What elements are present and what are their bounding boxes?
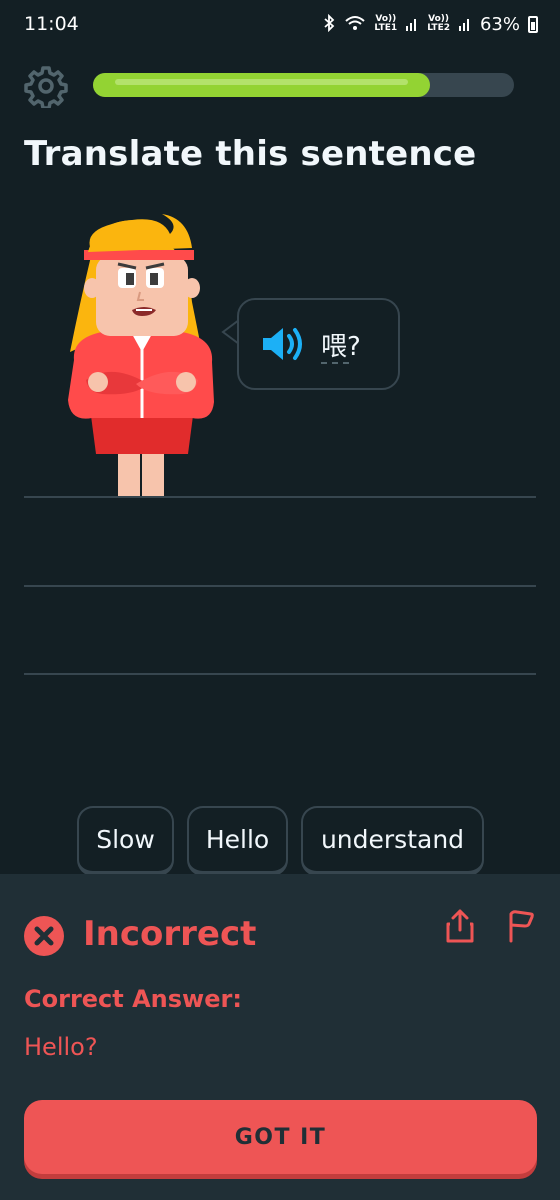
signal-icon [458, 15, 472, 34]
speech-bubble: 喂? [237, 298, 400, 390]
flag-icon[interactable] [503, 908, 535, 944]
status-bar: 11:04 Vo)) LTE1 Vo)) LTE2 63% [0, 0, 560, 48]
word-chip-hello[interactable]: Hello [187, 806, 288, 876]
status-time: 11:04 [24, 13, 79, 35]
word-chip-understand[interactable]: understand [301, 806, 484, 876]
hint-underline [321, 361, 349, 364]
bluetooth-icon [322, 13, 336, 35]
gear-icon[interactable] [24, 64, 68, 108]
battery-icon [528, 15, 538, 33]
answer-line [24, 496, 536, 498]
page-title: Translate this sentence [24, 134, 477, 174]
lesson-progress-shine [115, 79, 408, 85]
character-illustration [68, 214, 214, 498]
correct-answer-value: Hello? [24, 1033, 98, 1061]
word-chip-slow[interactable]: Slow [77, 806, 174, 876]
wifi-icon [344, 14, 366, 35]
status-icons: Vo)) LTE1 Vo)) LTE2 63% [322, 13, 538, 35]
lesson-progress-bar [93, 73, 514, 97]
lesson-progress-fill [93, 73, 430, 97]
battery-percent: 63% [479, 13, 520, 35]
answer-line [24, 673, 536, 675]
sim1-label: Vo)) LTE1 [374, 14, 398, 33]
speaker-icon[interactable] [261, 324, 309, 364]
signal-icon [405, 15, 419, 34]
correct-answer-label: Correct Answer: [24, 985, 242, 1013]
got-it-button[interactable]: GOT IT [24, 1100, 537, 1174]
prompt-text[interactable]: 喂? [321, 326, 361, 364]
share-icon[interactable] [444, 908, 476, 944]
incorrect-x-icon [24, 916, 64, 956]
feedback-title: Incorrect [83, 914, 257, 954]
answer-line [24, 585, 536, 587]
sim2-label: Vo)) LTE2 [427, 14, 450, 33]
word-bank: Slow Hello understand [0, 806, 560, 876]
